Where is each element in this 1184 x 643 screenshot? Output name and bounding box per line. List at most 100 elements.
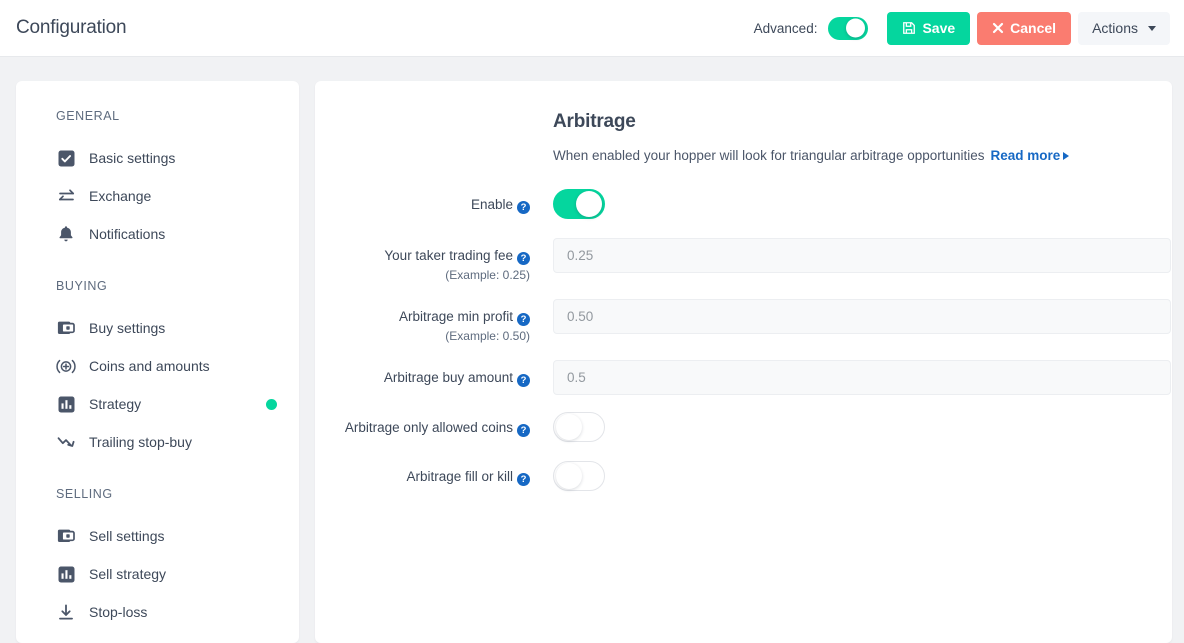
bar-chart-icon xyxy=(56,394,76,414)
sidebar-item-label: Sell settings xyxy=(89,528,165,544)
form-label-cell: Arbitrage min profit? (Example: 0.50) xyxy=(343,299,553,343)
form-row-buy-amount: Arbitrage buy amount? xyxy=(343,360,1171,395)
wallet-icon xyxy=(56,526,76,546)
taker-fee-input[interactable] xyxy=(553,238,1171,273)
form-control-cell xyxy=(553,299,1171,334)
sidebar-item-label: Exchange xyxy=(89,188,152,204)
form-row-taker-fee: Your taker trading fee? (Example: 0.25) xyxy=(343,238,1171,282)
sidebar-item-sell-settings[interactable]: Sell settings xyxy=(16,517,299,555)
advanced-label: Advanced: xyxy=(753,20,818,36)
sidebar-item-label: Stop-loss xyxy=(89,604,148,620)
form-label-cell: Arbitrage fill or kill? xyxy=(343,461,553,486)
advanced-toggle[interactable] xyxy=(828,16,869,40)
help-icon[interactable]: ? xyxy=(517,473,530,486)
form-control-cell xyxy=(553,189,1146,219)
form-label-cell: Arbitrage only allowed coins? xyxy=(343,412,553,437)
sidebar-item-strategy[interactable]: Strategy xyxy=(16,385,299,423)
actions-button[interactable]: Actions xyxy=(1078,11,1170,45)
form-control-cell xyxy=(553,238,1171,273)
page-title: Configuration xyxy=(16,17,127,38)
exchange-arrows-icon xyxy=(56,186,76,206)
field-label-text: Enable xyxy=(470,197,513,212)
save-button[interactable]: Save xyxy=(887,11,971,45)
plus-circle-signal-icon xyxy=(56,356,76,376)
sidebar-group: GENERAL Basic settings Exchange Notificatio… xyxy=(16,109,299,253)
form-row-only-allowed-coins: Arbitrage only allowed coins? xyxy=(343,412,1146,442)
sidebar: GENERAL Basic settings Exchange Notificatio… xyxy=(16,81,299,643)
sidebar-item-basic-settings[interactable]: Basic settings xyxy=(16,139,299,177)
buy-amount-input[interactable] xyxy=(553,360,1171,395)
field-label-text: Arbitrage fill or kill xyxy=(406,469,513,484)
cancel-button-label: Cancel xyxy=(1010,20,1057,36)
settings-form: Enable? Your taker trading fee? (Example: … xyxy=(343,189,1171,491)
form-row-enable: Enable? xyxy=(343,189,1146,219)
trend-down-icon xyxy=(56,432,76,452)
field-label: Arbitrage only allowed coins? xyxy=(344,420,530,437)
form-control-cell xyxy=(553,412,1146,442)
sidebar-item-label: Basic settings xyxy=(89,150,176,166)
read-more-link[interactable]: Read more xyxy=(991,148,1070,163)
help-icon[interactable]: ? xyxy=(517,201,530,214)
min-profit-input[interactable] xyxy=(553,299,1171,334)
toggle-knob xyxy=(556,463,582,489)
sidebar-item-coins-and-amounts[interactable]: Coins and amounts xyxy=(16,347,299,385)
help-icon[interactable]: ? xyxy=(517,424,530,437)
read-more-label: Read more xyxy=(990,148,1061,163)
toolbar: Advanced: Save Cancel Actions xyxy=(753,11,1170,45)
sidebar-group-title: SELLING xyxy=(56,487,113,501)
field-label: Arbitrage buy amount? xyxy=(383,370,530,387)
sidebar-item-trailing-stop-loss[interactable]: Trailing stop-loss xyxy=(16,631,299,643)
sidebar-item-label: Notifications xyxy=(89,226,166,242)
cancel-button[interactable]: Cancel xyxy=(977,11,1072,45)
checkbox-checked-icon xyxy=(56,148,76,168)
toggle-knob xyxy=(576,191,602,217)
sidebar-item-trailing-stop-buy[interactable]: Trailing stop-buy xyxy=(16,423,299,461)
page-body: GENERAL Basic settings Exchange Notificatio… xyxy=(0,57,1184,643)
chevron-right-icon xyxy=(1063,152,1070,160)
sidebar-item-exchange[interactable]: Exchange xyxy=(16,177,299,215)
sidebar-item-stop-loss[interactable]: Stop-loss xyxy=(16,593,299,631)
section-description: When enabled your hopper will look for t… xyxy=(553,148,1146,163)
sidebar-groups: GENERAL Basic settings Exchange Notificatio… xyxy=(16,109,299,643)
help-icon[interactable]: ? xyxy=(517,252,530,265)
only-allowed-coins-toggle[interactable] xyxy=(553,412,605,442)
form-control-cell xyxy=(553,360,1171,395)
top-bar: Configuration Advanced: Save Cancel Acti… xyxy=(0,0,1184,57)
sidebar-item-label: Trailing stop-buy xyxy=(89,434,192,450)
field-label-text: Arbitrage buy amount xyxy=(383,370,513,385)
field-label-text: Your taker trading fee xyxy=(384,248,513,263)
sidebar-item-notifications[interactable]: Notifications xyxy=(16,215,299,253)
field-example-hint: (Example: 0.50) xyxy=(445,329,530,343)
fill-or-kill-toggle[interactable] xyxy=(553,461,605,491)
floppy-disk-icon xyxy=(902,21,916,35)
sidebar-item-label: Strategy xyxy=(89,396,142,412)
enable-toggle[interactable] xyxy=(553,189,605,219)
form-label-cell: Your taker trading fee? (Example: 0.25) xyxy=(343,238,553,282)
sidebar-group: BUYING Buy settings Coins and amounts Strat… xyxy=(16,279,299,461)
field-label-text: Arbitrage only allowed coins xyxy=(344,420,513,435)
actions-button-label: Actions xyxy=(1092,20,1138,36)
form-label-cell: Arbitrage buy amount? xyxy=(343,360,553,387)
form-row-min-profit: Arbitrage min profit? (Example: 0.50) xyxy=(343,299,1171,343)
chevron-down-icon xyxy=(1148,25,1156,31)
field-label: Your taker trading fee? xyxy=(384,248,530,265)
form-label-cell: Enable? xyxy=(343,189,553,214)
sidebar-item-sell-strategy[interactable]: Sell strategy xyxy=(16,555,299,593)
section-description-text: When enabled your hopper will look for t… xyxy=(553,148,985,163)
advanced-toggle-knob xyxy=(846,18,866,38)
bar-chart-icon xyxy=(56,564,76,584)
settings-panel: Arbitrage When enabled your hopper will … xyxy=(315,81,1172,643)
help-icon[interactable]: ? xyxy=(517,313,530,326)
help-icon[interactable]: ? xyxy=(517,374,530,387)
field-example-hint: (Example: 0.25) xyxy=(445,268,530,282)
sidebar-item-label: Buy settings xyxy=(89,320,166,336)
sidebar-item-label: Coins and amounts xyxy=(89,358,210,374)
form-control-cell xyxy=(553,461,1146,491)
sidebar-group-title: GENERAL xyxy=(56,109,120,123)
save-button-label: Save xyxy=(922,20,956,36)
wallet-icon xyxy=(56,318,76,338)
sidebar-group: SELLING Sell settings Sell strategy Stop-lo… xyxy=(16,487,299,643)
sidebar-group-title: BUYING xyxy=(56,279,108,293)
sidebar-item-buy-settings[interactable]: Buy settings xyxy=(16,309,299,347)
toggle-knob xyxy=(556,414,582,440)
